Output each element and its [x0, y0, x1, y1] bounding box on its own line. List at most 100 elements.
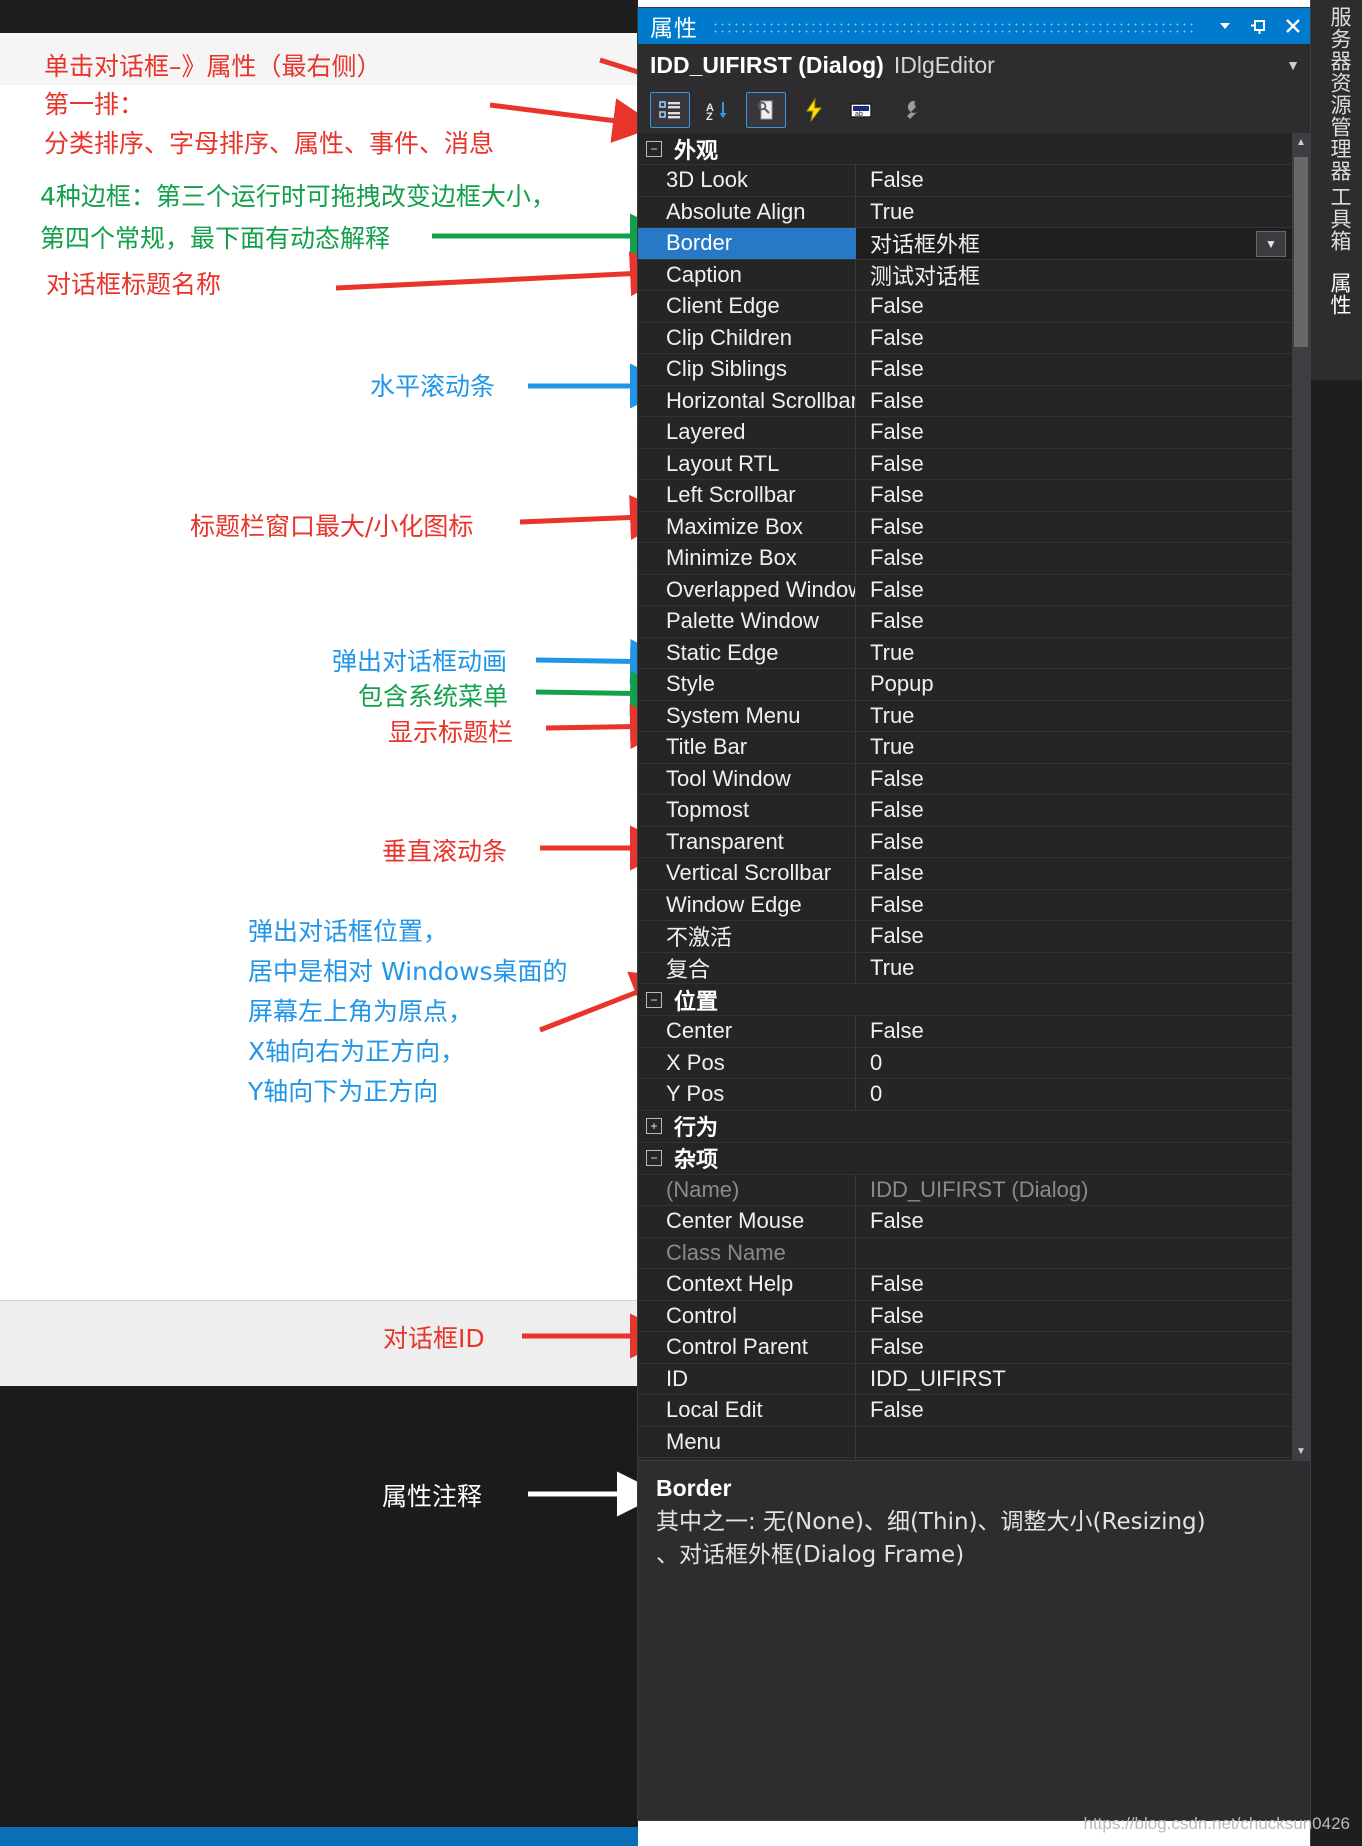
- property-row[interactable]: Center False: [638, 1016, 1292, 1048]
- property-value[interactable]: True: [856, 732, 1292, 763]
- collapse-icon[interactable]: −: [646, 140, 662, 157]
- sidebar-tab-properties[interactable]: 属性: [1317, 272, 1355, 316]
- sidebar-tab-toolbox[interactable]: 工具箱: [1317, 186, 1355, 252]
- property-value[interactable]: False: [856, 858, 1292, 889]
- property-value[interactable]: False: [856, 606, 1292, 637]
- properties-grid[interactable]: − 外观 3D Look False Absolute Align True Border 对…: [638, 133, 1292, 1460]
- close-icon[interactable]: [1276, 8, 1310, 44]
- property-value[interactable]: False: [856, 449, 1292, 480]
- property-value[interactable]: False: [856, 480, 1292, 511]
- property-row[interactable]: Y Pos 0: [638, 1079, 1292, 1111]
- property-value[interactable]: IDD_UIFIRST (Dialog): [856, 1175, 1292, 1206]
- property-row[interactable]: Tool Window False: [638, 763, 1292, 795]
- alphabetical-sort-icon[interactable]: A Z: [698, 92, 738, 128]
- property-value[interactable]: 0: [856, 1079, 1292, 1110]
- property-row[interactable]: Local Edit False: [638, 1395, 1292, 1427]
- property-value[interactable]: True: [856, 953, 1292, 984]
- property-row[interactable]: Center Mouse False: [638, 1206, 1292, 1238]
- property-row[interactable]: X Pos 0: [638, 1047, 1292, 1079]
- property-row[interactable]: 3D Look False: [638, 165, 1292, 197]
- scroll-up-arrow-icon[interactable]: ▲: [1292, 133, 1310, 151]
- property-category-2[interactable]: − 位置: [638, 984, 1292, 1016]
- property-row[interactable]: Control Parent False: [638, 1332, 1292, 1364]
- property-value[interactable]: False: [856, 921, 1292, 952]
- property-row[interactable]: Topmost False: [638, 795, 1292, 827]
- property-row[interactable]: Window Edge False: [638, 889, 1292, 921]
- property-row[interactable]: Overlapped Window False: [638, 574, 1292, 606]
- property-value[interactable]: 0: [856, 1048, 1292, 1079]
- property-row[interactable]: (Name) IDD_UIFIRST (Dialog): [638, 1174, 1292, 1206]
- property-value[interactable]: False: [856, 386, 1292, 417]
- property-row[interactable]: Layout RTL False: [638, 448, 1292, 480]
- property-row[interactable]: Minimize Box False: [638, 543, 1292, 575]
- property-row[interactable]: Border 对话框外框 ▼: [638, 228, 1292, 260]
- property-value[interactable]: False: [856, 323, 1292, 354]
- property-value[interactable]: True: [856, 197, 1292, 228]
- property-value[interactable]: False: [856, 795, 1292, 826]
- property-row[interactable]: Clip Siblings False: [638, 354, 1292, 386]
- property-value[interactable]: False: [856, 1016, 1292, 1047]
- property-value[interactable]: [856, 1238, 1292, 1269]
- property-value[interactable]: False: [856, 1206, 1292, 1237]
- property-value[interactable]: False: [856, 890, 1292, 921]
- property-row[interactable]: Menu: [638, 1426, 1292, 1458]
- property-row[interactable]: 复合 True: [638, 952, 1292, 984]
- property-pages-wrench-icon[interactable]: [890, 92, 930, 128]
- property-row[interactable]: Layered False: [638, 417, 1292, 449]
- property-row[interactable]: Client Edge False: [638, 291, 1292, 323]
- sidebar-tab-server-explorer[interactable]: 服务器资源管理器: [1317, 6, 1355, 182]
- property-row[interactable]: Maximize Box False: [638, 511, 1292, 543]
- property-row[interactable]: Caption 测试对话框: [638, 259, 1292, 291]
- property-row[interactable]: Palette Window False: [638, 606, 1292, 638]
- property-row[interactable]: Left Scrollbar False: [638, 480, 1292, 512]
- property-value[interactable]: 测试对话框: [856, 260, 1292, 291]
- property-value[interactable]: False: [856, 575, 1292, 606]
- property-value[interactable]: False: [856, 1332, 1292, 1363]
- messages-icon[interactable]: ab: [842, 92, 882, 128]
- property-value[interactable]: False: [856, 417, 1292, 448]
- property-value[interactable]: False: [856, 1301, 1292, 1332]
- property-category-4[interactable]: − 杂项: [638, 1142, 1292, 1175]
- property-value[interactable]: False: [856, 291, 1292, 322]
- property-value[interactable]: True: [856, 638, 1292, 669]
- property-value[interactable]: False: [856, 354, 1292, 385]
- property-value[interactable]: 对话框外框 ▼: [856, 228, 1292, 259]
- collapse-icon[interactable]: −: [646, 1150, 662, 1166]
- property-value[interactable]: [856, 1427, 1292, 1458]
- properties-icon[interactable]: [746, 91, 786, 128]
- property-value[interactable]: False: [856, 1269, 1292, 1300]
- property-value[interactable]: False: [856, 1395, 1292, 1426]
- property-row[interactable]: Static Edge True: [638, 637, 1292, 669]
- property-row[interactable]: Context Help False: [638, 1269, 1292, 1301]
- value-dropdown-chevron-down-icon[interactable]: ▼: [1256, 231, 1286, 257]
- scroll-down-arrow-icon[interactable]: ▼: [1292, 1442, 1310, 1460]
- pin-icon[interactable]: [1242, 8, 1276, 44]
- property-row[interactable]: Horizontal Scrollbar False: [638, 385, 1292, 417]
- property-value[interactable]: False: [856, 827, 1292, 858]
- collapse-icon[interactable]: −: [646, 991, 662, 1008]
- property-row[interactable]: System Menu True: [638, 700, 1292, 732]
- property-row[interactable]: 不激活 False: [638, 921, 1292, 953]
- property-row[interactable]: Absolute Align True: [638, 196, 1292, 228]
- property-value[interactable]: True: [856, 701, 1292, 732]
- property-value[interactable]: False: [856, 512, 1292, 543]
- titlebar-drag-handle[interactable]: [712, 19, 1194, 33]
- expand-icon[interactable]: +: [646, 1118, 662, 1134]
- categorized-sort-icon[interactable]: [650, 91, 690, 128]
- property-row[interactable]: Title Bar True: [638, 732, 1292, 764]
- chevron-down-icon[interactable]: [1208, 8, 1242, 44]
- property-row[interactable]: Clip Children False: [638, 322, 1292, 354]
- property-category-1[interactable]: − 外观: [638, 133, 1292, 165]
- property-value[interactable]: False: [856, 764, 1292, 795]
- property-category-3[interactable]: + 行为: [638, 1110, 1292, 1143]
- object-selector-chevron-down-icon[interactable]: ▼: [1286, 57, 1310, 73]
- property-row[interactable]: Control False: [638, 1300, 1292, 1332]
- property-row[interactable]: Style Popup: [638, 669, 1292, 701]
- property-value[interactable]: False: [856, 543, 1292, 574]
- property-value[interactable]: IDD_UIFIRST: [856, 1364, 1292, 1395]
- properties-object-selector[interactable]: IDD_UIFIRST (Dialog) IDlgEditor ▼: [638, 44, 1310, 86]
- property-row[interactable]: Transparent False: [638, 826, 1292, 858]
- scrollbar-thumb[interactable]: [1294, 157, 1308, 347]
- property-value[interactable]: False: [856, 165, 1292, 196]
- property-row[interactable]: Class Name: [638, 1237, 1292, 1269]
